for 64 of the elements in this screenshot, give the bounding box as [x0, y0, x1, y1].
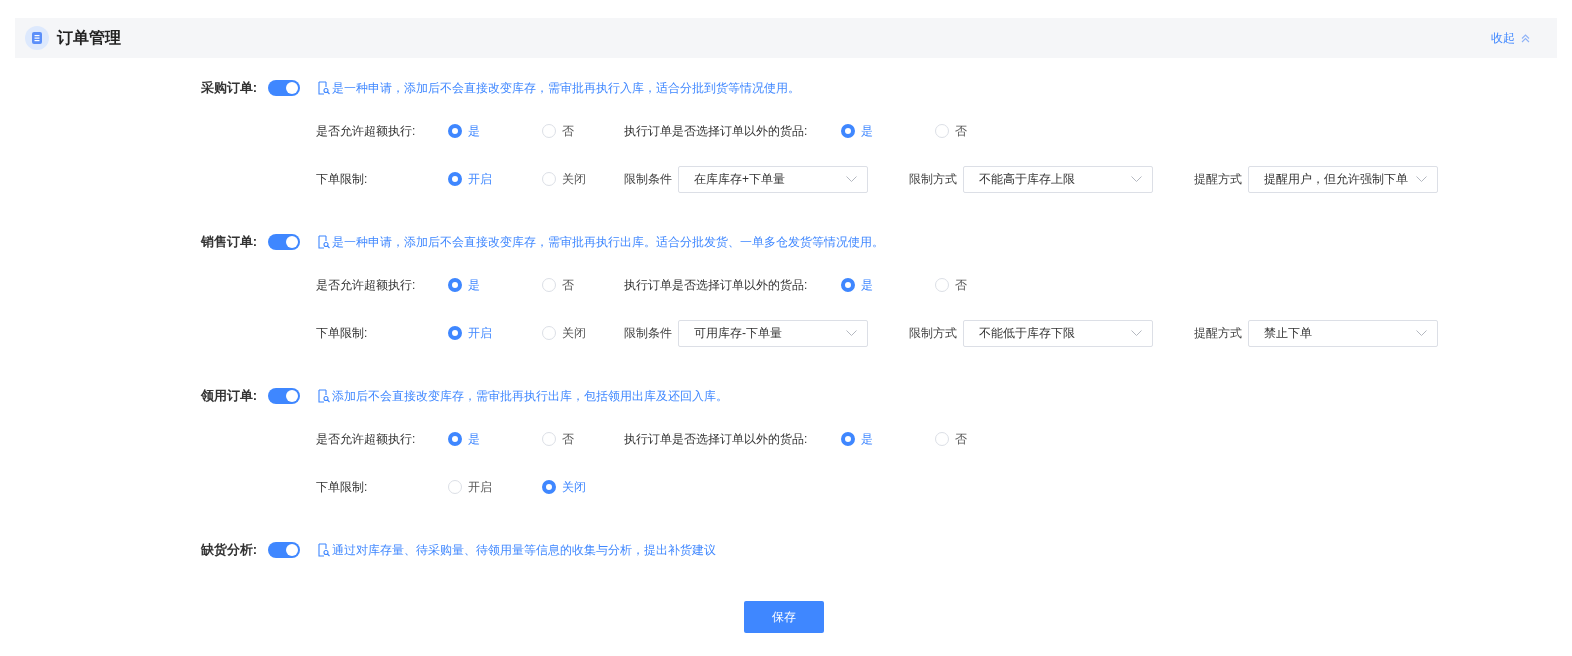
field-label: 限制条件 [624, 324, 672, 342]
dropdown-select[interactable]: 不能低于库存下限 [963, 319, 1153, 347]
radio-option[interactable]: 是 [448, 122, 542, 140]
dropdown-select[interactable]: 禁止下单 [1248, 319, 1438, 347]
dropdown-select[interactable]: 不能高于库存上限 [963, 165, 1153, 193]
radio-option[interactable]: 开启 [448, 478, 542, 496]
radio-option[interactable]: 是 [841, 276, 935, 294]
field-label: 执行订单是否选择订单以外的货品: [624, 122, 809, 140]
toggle-switch[interactable] [268, 542, 300, 558]
radio-option[interactable]: 否 [542, 276, 624, 294]
radio-option[interactable]: 开启 [448, 170, 542, 188]
chevron-down-icon [846, 175, 857, 183]
field-label: 限制条件 [624, 170, 672, 188]
field-label: 下单限制: [316, 170, 369, 188]
field-label: 是否允许超额执行: [316, 430, 417, 448]
radio-option[interactable]: 是 [841, 122, 935, 140]
section-description: 是一种申请，添加后不会直接改变库存，需审批再执行入库，适合分批到货等情况使用。 [332, 79, 800, 97]
section-label: 领用订单: [199, 387, 257, 405]
chevron-down-icon [846, 329, 857, 337]
section-description: 添加后不会直接改变库存，需审批再执行出库，包括领用出库及还回入库。 [332, 387, 728, 405]
toggle-switch[interactable] [268, 388, 300, 404]
section-label: 销售订单: [199, 233, 257, 251]
dropdown-select[interactable]: 提醒用户，但允许强制下单 [1248, 165, 1438, 193]
radio-option[interactable]: 否 [542, 122, 624, 140]
section-description: 通过对库存量、待采购量、待领用量等信息的收集与分析，提出补货建议 [332, 541, 716, 559]
radio-option[interactable]: 否 [935, 430, 1006, 448]
radio-option[interactable]: 是 [448, 276, 542, 294]
chevron-down-icon [1416, 329, 1427, 337]
radio-option[interactable]: 开启 [448, 324, 542, 342]
document-search-icon [318, 389, 330, 403]
field-label: 下单限制: [316, 324, 369, 342]
field-label: 提醒方式 [1194, 170, 1242, 188]
chevron-down-icon [1131, 175, 1142, 183]
field-label: 下单限制: [316, 478, 369, 496]
field-label: 是否允许超额执行: [316, 276, 417, 294]
radio-option[interactable]: 否 [542, 430, 624, 448]
document-search-icon [318, 543, 330, 557]
radio-option[interactable]: 关闭 [542, 170, 624, 188]
dropdown-select[interactable]: 可用库存-下单量 [678, 319, 868, 347]
section-description: 是一种申请，添加后不会直接改变库存，需审批再执行出库。适合分批发货、一单多仓发货等情况使用。 [332, 233, 884, 251]
field-label: 执行订单是否选择订单以外的货品: [624, 430, 809, 448]
document-search-icon [318, 235, 330, 249]
panel-title: 订单管理 [57, 27, 121, 48]
radio-option[interactable]: 否 [935, 122, 1006, 140]
radio-option[interactable]: 关闭 [542, 478, 624, 496]
field-label: 执行订单是否选择订单以外的货品: [624, 276, 809, 294]
toggle-switch[interactable] [268, 80, 300, 96]
radio-option[interactable]: 是 [448, 430, 542, 448]
dropdown-select[interactable]: 在库库存+下单量 [678, 165, 868, 193]
radio-option[interactable]: 关闭 [542, 324, 624, 342]
field-label: 提醒方式 [1194, 324, 1242, 342]
toggle-switch[interactable] [268, 234, 300, 250]
chevron-down-icon [1131, 329, 1142, 337]
clipboard-icon [25, 26, 49, 50]
section-label: 缺货分析: [199, 541, 257, 559]
radio-option[interactable]: 是 [841, 430, 935, 448]
field-label: 限制方式 [909, 170, 957, 188]
radio-option[interactable]: 否 [935, 276, 1006, 294]
document-search-icon [318, 81, 330, 95]
section-label: 采购订单: [199, 79, 257, 97]
field-label: 是否允许超额执行: [316, 122, 417, 140]
double-chevron-up-icon [1521, 33, 1530, 43]
field-label: 限制方式 [909, 324, 957, 342]
chevron-down-icon [1416, 175, 1427, 183]
